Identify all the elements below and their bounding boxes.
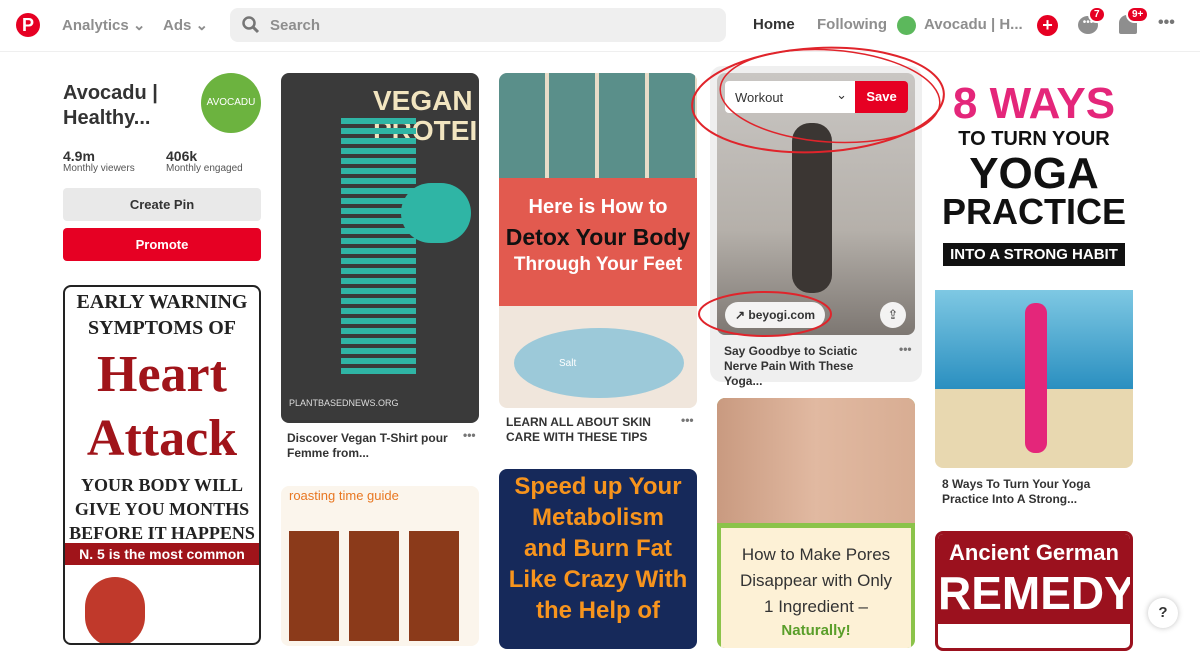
- pin-text: Disappear with Only: [739, 571, 893, 590]
- arrow-icon: ↗: [735, 308, 749, 322]
- pin-caption[interactable]: Discover Vegan T-Shirt pour Femme from..…: [287, 431, 457, 461]
- pin-text: REMEDY: [938, 567, 1133, 619]
- pin-text: VEGAN: [373, 85, 473, 116]
- analytics-menu[interactable]: Analytics ⌄: [62, 16, 145, 34]
- person-photo: [1025, 303, 1047, 453]
- source-link[interactable]: ↗ beyogi.com: [725, 302, 826, 328]
- pin-text: TO TURN YOUR: [958, 128, 1110, 150]
- face-photo: [717, 398, 915, 523]
- pin-caption[interactable]: 8 Ways To Turn Your Yoga Practice Into A…: [942, 477, 1112, 507]
- pin-text: 8 WAYS: [952, 79, 1116, 128]
- pin-text: YOUR BODY WILL: [80, 475, 244, 495]
- pin-text: INTO A STRONG HABIT: [943, 243, 1125, 266]
- chevron-down-icon: ⌄: [195, 17, 209, 34]
- engaged-label: Monthly engaged: [166, 163, 243, 174]
- more-icon[interactable]: •••: [463, 428, 476, 442]
- notifications-badge: 9+: [1126, 6, 1150, 23]
- search-icon: [242, 16, 260, 34]
- profile-avatar[interactable]: AVOCADU: [201, 73, 261, 133]
- pin-text: PRACTICE: [941, 191, 1126, 232]
- account-avatar[interactable]: [897, 16, 916, 35]
- pin-text: Salt: [559, 358, 577, 369]
- pin-caption[interactable]: LEARN ALL ABOUT SKIN CARE WITH THESE TIP…: [506, 415, 676, 445]
- pin-roasting-guide[interactable]: roasting time guide: [281, 486, 479, 646]
- pin-text: 1 Ingredient –: [764, 597, 868, 616]
- foot-bath-photos: [499, 73, 697, 178]
- pin-text: N. 5 is the most common: [65, 543, 259, 565]
- messages-badge: 7: [1088, 6, 1106, 23]
- account-link[interactable]: Avocadu | H...: [924, 16, 1023, 33]
- pin-text: GIVE YOU MONTHS: [74, 499, 250, 519]
- chevron-down-icon: ⌄: [836, 87, 847, 102]
- share-icon[interactable]: ⇪: [880, 302, 906, 328]
- pin-text: Here is How to: [528, 196, 668, 218]
- more-icon[interactable]: •••: [899, 342, 912, 356]
- pin-vegan-protein[interactable]: VEGAN PROTEIN PLANTBASEDNEWS.ORG: [281, 73, 479, 423]
- heart-illustration: [85, 577, 145, 643]
- pin-text: Ancient German: [949, 540, 1119, 565]
- pin-german-remedy[interactable]: Ancient German REMEDY: [935, 531, 1133, 651]
- protein-bars: [341, 118, 416, 378]
- top-nav: P Analytics ⌄ Ads ⌄ Search Home Followin…: [0, 0, 1200, 52]
- save-button[interactable]: Save: [855, 81, 908, 113]
- pin-text: Attack: [86, 410, 238, 467]
- help-button[interactable]: ?: [1148, 598, 1178, 628]
- viewers-label: Monthly viewers: [63, 163, 135, 174]
- pin-text: roasting time guide: [289, 488, 399, 503]
- pin-text: Like Crazy With: [508, 566, 688, 593]
- engaged-count: 406k: [166, 148, 198, 164]
- ads-menu[interactable]: Ads ⌄: [163, 16, 208, 34]
- following-link[interactable]: Following: [817, 16, 887, 33]
- pin-text: Through Your Feet: [513, 254, 683, 275]
- pin-text: Detox Your Body: [505, 224, 691, 250]
- more-icon[interactable]: •••: [1158, 14, 1175, 32]
- pin-yoga-habit[interactable]: 8 WAYS TO TURN YOUR YOGA PRACTICE INTO A…: [935, 73, 1133, 468]
- plus-icon[interactable]: +: [1037, 15, 1058, 36]
- pin-text: Metabolism: [531, 504, 665, 531]
- board-name: Workout: [735, 90, 784, 105]
- pin-text: BEFORE IT HAPPENS: [69, 523, 255, 543]
- create-pin-button[interactable]: Create Pin: [63, 188, 261, 221]
- vegetables-photo: [289, 531, 469, 641]
- search-placeholder: Search: [270, 17, 321, 34]
- pin-text: Heart: [97, 346, 227, 403]
- pin-metabolism[interactable]: Speed up Your Metabolism and Burn Fat Li…: [499, 469, 697, 649]
- promote-button[interactable]: Promote: [63, 228, 261, 261]
- bicep-illustration: [401, 183, 471, 243]
- analytics-label: Analytics: [62, 17, 129, 34]
- pin-caption[interactable]: Say Goodbye to Sciatic Nerve Pain With T…: [724, 344, 894, 389]
- search-input[interactable]: Search: [230, 8, 726, 42]
- pin-text: EARLY WARNING: [76, 291, 248, 313]
- pin-text: Speed up Your: [514, 473, 682, 500]
- pin-text: Naturally!: [781, 622, 851, 639]
- ads-label: Ads: [163, 17, 192, 34]
- person-photo: [792, 123, 832, 293]
- pin-detox[interactable]: Here is How to Detox Your Body Through Y…: [499, 73, 697, 408]
- basin-illustration: [514, 328, 684, 398]
- pinterest-logo-icon[interactable]: P: [16, 13, 40, 37]
- pin-text: and Burn Fat: [524, 535, 672, 562]
- pin-text: How to Make Pores: [741, 545, 891, 564]
- pin-text: SYMPTOMS OF: [88, 317, 236, 339]
- profile-name[interactable]: Avocadu | Healthy...: [63, 81, 183, 131]
- viewers-count: 4.9m: [63, 148, 95, 164]
- pin-text: PLANTBASEDNEWS.ORG: [289, 398, 399, 408]
- more-icon[interactable]: •••: [681, 413, 694, 427]
- pin-pores[interactable]: How to Make Pores Disappear with Only 1 …: [717, 398, 915, 648]
- pin-text: the Help of: [536, 597, 660, 624]
- home-link[interactable]: Home: [753, 16, 795, 33]
- chevron-down-icon: ⌄: [132, 17, 146, 34]
- board-select[interactable]: Workout ⌄: [725, 81, 855, 113]
- pin-sciatic-yoga[interactable]: Workout ⌄ Save ↗ beyogi.com ⇪: [717, 73, 915, 335]
- pin-heart-attack[interactable]: EARLY WARNING SYMPTOMS OF Heart Attack Y…: [63, 285, 261, 645]
- source-domain: beyogi.com: [748, 308, 816, 322]
